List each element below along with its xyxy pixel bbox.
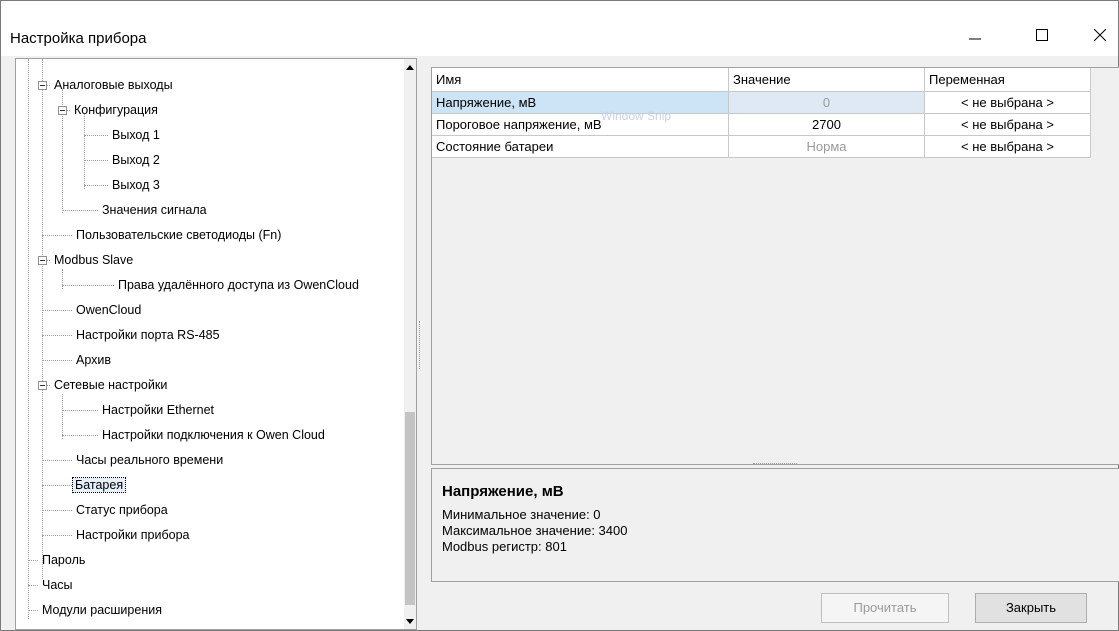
tree-item-rtc[interactable]: Часы реального времени <box>74 450 225 470</box>
collapse-configuration[interactable] <box>58 106 67 115</box>
cell-name: Состояние батареи <box>432 136 729 158</box>
tree-item-device-settings[interactable]: Настройки прибора <box>74 525 191 545</box>
window-title: Настройка прибора <box>10 30 147 47</box>
horizontal-splitter[interactable] <box>753 463 797 466</box>
tree-item-user-leds[interactable]: Пользовательские светодиоды (Fn) <box>74 225 283 245</box>
description-title: Напряжение, мВ <box>442 483 564 500</box>
tree-item-analog-outputs[interactable]: Аналоговые выходы <box>52 75 175 95</box>
tree-item-battery[interactable]: Батарея <box>72 475 127 495</box>
tree-item-owencloud[interactable]: OwenCloud <box>74 300 143 320</box>
vertical-splitter[interactable] <box>419 321 422 369</box>
tree-item-output-3[interactable]: Выход 3 <box>110 175 162 195</box>
column-header-variable[interactable]: Переменная <box>925 68 1091 92</box>
scroll-down-icon[interactable] <box>406 619 414 624</box>
tree-item-output-1[interactable]: Выход 1 <box>110 125 162 145</box>
settings-tree[interactable]: Аналоговые выходы Конфигурация Выход 1 В… <box>15 58 417 630</box>
minimize-button[interactable] <box>952 15 998 55</box>
cell-name: Пороговое напряжение, мВ <box>432 114 729 136</box>
tree-item-rs485[interactable]: Настройки порта RS-485 <box>74 325 222 345</box>
settings-window: Настройка прибора Аналоговые выходы Конф… <box>0 0 1119 631</box>
description-panel: Напряжение, мВ Минимальное значение: 0 М… <box>431 468 1119 582</box>
scroll-up-icon[interactable] <box>406 65 414 70</box>
cell-variable[interactable]: < не выбрана > <box>925 92 1091 114</box>
description-max: Максимальное значение: 3400 <box>442 523 628 538</box>
description-min: Минимальное значение: 0 <box>442 507 601 522</box>
tree-item-owencloud-access[interactable]: Права удалённого доступа из OwenCloud <box>116 275 361 295</box>
tree-item-signal-values[interactable]: Значения сигнала <box>100 200 209 220</box>
column-header-value[interactable]: Значение <box>729 68 925 92</box>
cell-value[interactable]: 0 <box>729 92 925 114</box>
tree-item-output-2[interactable]: Выход 2 <box>110 150 162 170</box>
title-bar: Настройка прибора <box>1 1 1118 56</box>
column-header-name[interactable]: Имя <box>432 68 729 92</box>
tree-item-configuration[interactable]: Конфигурация <box>72 100 160 120</box>
read-button[interactable]: Прочитать <box>821 593 949 623</box>
collapse-network-settings[interactable] <box>38 381 47 390</box>
cell-value[interactable]: Норма <box>729 136 925 158</box>
tree-scrollbar[interactable] <box>404 59 416 629</box>
cell-variable[interactable]: < не выбрана > <box>925 136 1091 158</box>
scroll-thumb[interactable] <box>405 412 415 605</box>
collapse-modbus-slave[interactable] <box>38 256 47 265</box>
cell-variable[interactable]: < не выбрана > <box>925 114 1091 136</box>
property-grid: Имя Значение Переменная Напряжение, мВ 0… <box>431 67 1119 465</box>
cell-name: Напряжение, мВ <box>432 92 729 114</box>
close-button[interactable]: Закрыть <box>975 593 1087 623</box>
tree-item-owen-cloud-connection[interactable]: Настройки подключения к Owen Cloud <box>100 425 327 445</box>
window-snip-overlay: Window Snip <box>601 109 672 123</box>
cell-value[interactable]: 2700 <box>729 114 925 136</box>
tree-item-device-status[interactable]: Статус прибора <box>74 500 170 520</box>
tree-item-archive[interactable]: Архив <box>74 350 113 370</box>
maximize-icon <box>1036 29 1048 41</box>
tree-item-clock[interactable]: Часы <box>40 575 75 595</box>
tree-item-extension-modules[interactable]: Модули расширения <box>40 600 164 620</box>
minimize-icon <box>969 38 981 40</box>
maximize-button[interactable] <box>1019 15 1065 55</box>
close-window-button[interactable] <box>1077 15 1119 55</box>
description-modbus: Modbus регистр: 801 <box>442 539 567 554</box>
tree-item-modbus-slave[interactable]: Modbus Slave <box>52 250 135 270</box>
tree-item-ethernet[interactable]: Настройки Ethernet <box>100 400 216 420</box>
tree-item-password[interactable]: Пароль <box>40 550 87 570</box>
close-icon <box>1094 29 1106 41</box>
tree-item-network-settings[interactable]: Сетевые настройки <box>52 375 169 395</box>
collapse-analog-outputs[interactable] <box>38 81 47 90</box>
